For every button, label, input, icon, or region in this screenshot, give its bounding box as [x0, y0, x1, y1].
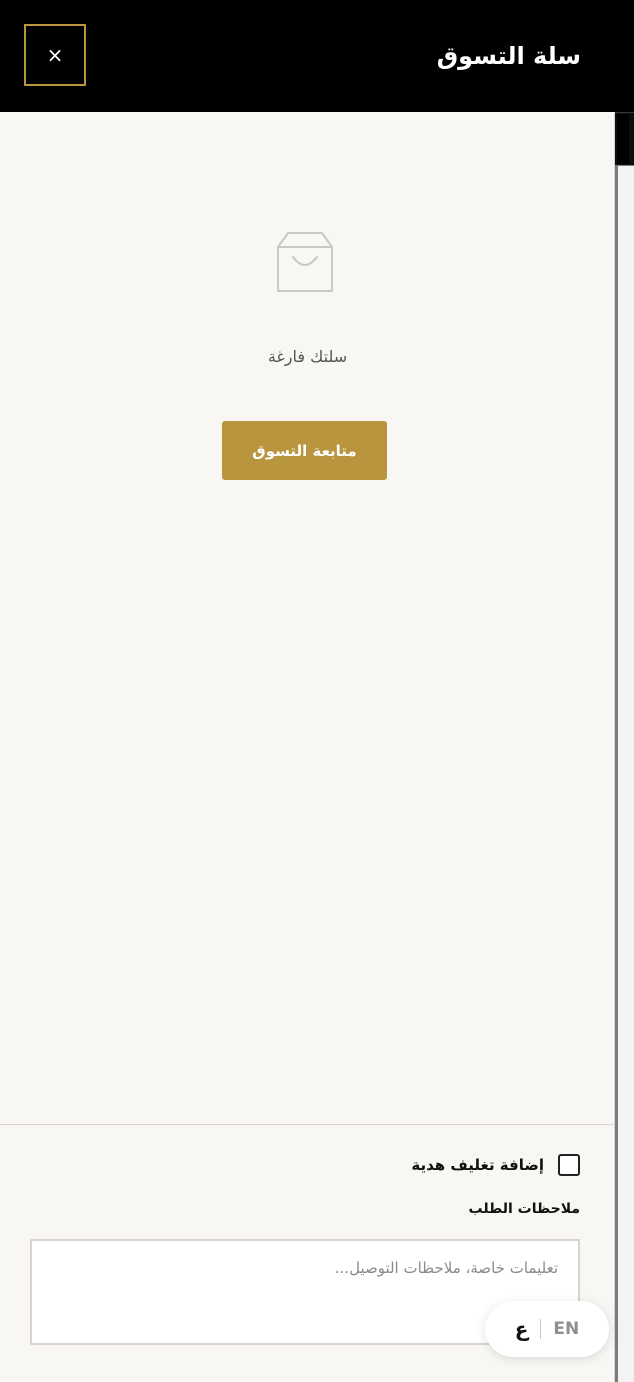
page-content-strip: [618, 166, 634, 1382]
cart-drawer: × سلة التسوق سلتك فارغة متابعة التسوق إض…: [0, 0, 615, 1382]
footer-divider: [0, 1124, 615, 1125]
language-switcher: ع EN: [485, 1301, 609, 1357]
drawer-header: × سلة التسوق: [0, 0, 615, 112]
close-icon: ×: [46, 43, 64, 67]
page-behind-overlay: [615, 0, 634, 1382]
lang-arabic-option[interactable]: ع: [515, 1317, 529, 1341]
drawer-title: سلة التسوق: [436, 42, 581, 70]
gift-wrap-option[interactable]: إضافة تغليف هدية: [411, 1151, 580, 1179]
order-notes-label: ملاحظات الطلب: [468, 1201, 580, 1217]
lang-english-option[interactable]: EN: [553, 1319, 579, 1339]
gift-wrap-checkbox[interactable]: [558, 1154, 580, 1176]
shopping-bag-icon: [277, 232, 333, 292]
close-button[interactable]: ×: [24, 24, 86, 86]
empty-cart-message: سلتك فارغة: [267, 347, 348, 366]
gift-wrap-label: إضافة تغليف هدية: [411, 1156, 544, 1174]
lang-separator: [540, 1319, 542, 1339]
page-scrollbar-thumb[interactable]: [617, 114, 629, 164]
continue-shopping-button[interactable]: متابعة التسوق: [222, 421, 387, 480]
page-header-strip: [615, 0, 634, 113]
